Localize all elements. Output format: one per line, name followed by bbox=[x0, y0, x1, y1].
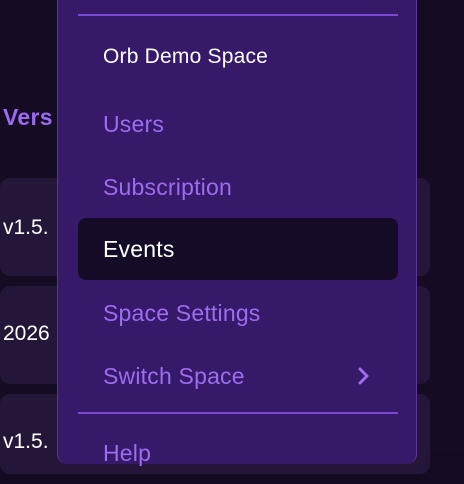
menu-item-switch-space[interactable]: Switch Space bbox=[78, 345, 398, 407]
row-version: v1.5. bbox=[3, 216, 49, 239]
menu-item-label: Subscription bbox=[103, 173, 232, 200]
menu-item-space-settings[interactable]: Space Settings bbox=[78, 282, 398, 344]
menu-divider bbox=[78, 412, 398, 414]
menu-item-users[interactable]: Users bbox=[78, 93, 398, 155]
space-name-label: Orb Demo Space bbox=[103, 45, 269, 68]
menu-item-label: Events bbox=[103, 235, 175, 262]
row-date: 2026 bbox=[3, 322, 50, 345]
menu-item-label: Users bbox=[103, 110, 165, 137]
row-version: v1.5. bbox=[3, 430, 49, 453]
menu-space-name: Orb Demo Space bbox=[78, 26, 398, 88]
menu-divider bbox=[78, 14, 398, 16]
menu-item-events[interactable]: Events bbox=[78, 218, 398, 280]
space-dropdown-menu: Orb Demo Space Users Subscription Events… bbox=[57, 0, 417, 466]
menu-item-subscription[interactable]: Subscription bbox=[78, 156, 398, 218]
menu-item-label: Help bbox=[103, 439, 152, 466]
menu-item-label: Space Settings bbox=[103, 299, 261, 326]
menu-item-help[interactable]: Help bbox=[78, 422, 398, 484]
menu-item-label: Switch Space bbox=[103, 362, 245, 389]
version-column-header: Vers bbox=[3, 104, 53, 130]
chevron-right-icon bbox=[357, 367, 373, 385]
